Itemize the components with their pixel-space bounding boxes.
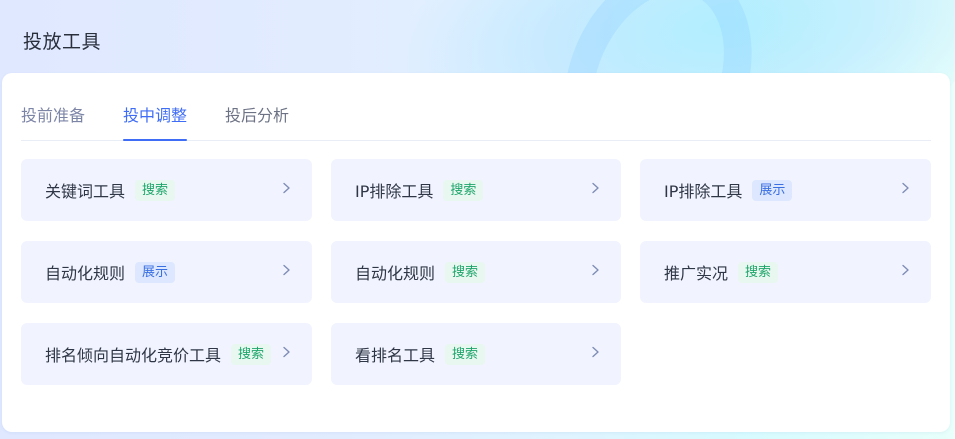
tab-pre-launch[interactable]: 投前准备 [21, 93, 85, 140]
tool-card-ip-exclusion-search[interactable]: IP排除工具 搜索 [331, 159, 621, 221]
tool-card-title: 自动化规则 [355, 264, 436, 283]
tool-card-live-promotion[interactable]: 推广实况 搜索 [640, 241, 931, 303]
tool-card-automation-rules-display[interactable]: 自动化规则 展示 [21, 241, 312, 303]
tool-card-ip-exclusion-display[interactable]: IP排除工具 展示 [640, 159, 931, 221]
tool-card-ranking-view[interactable]: 看排名工具 搜索 [331, 323, 621, 385]
tool-tabs: 投前准备 投中调整 投后分析 [21, 93, 931, 141]
tool-card-tag-search: 搜索 [445, 261, 486, 283]
page-title: 投放工具 [23, 31, 102, 53]
chevron-right-icon [278, 262, 294, 278]
chevron-right-icon [278, 344, 294, 360]
tool-card-automation-rules-search[interactable]: 自动化规则 搜索 [331, 241, 621, 303]
tool-card-tag-search: 搜索 [445, 343, 486, 365]
chevron-right-icon [587, 180, 603, 196]
chevron-right-icon [587, 344, 603, 360]
tool-card-title: 排名倾向自动化竞价工具 [45, 346, 222, 365]
tool-card-title: 推广实况 [664, 264, 729, 283]
chevron-right-icon [587, 262, 603, 278]
tool-card-keyword-tool[interactable]: 关键词工具 搜索 [21, 159, 312, 221]
tool-card-title: 自动化规则 [45, 264, 126, 283]
chevron-right-icon [897, 180, 913, 196]
tool-card-tag-search: 搜索 [135, 179, 176, 201]
tool-card-tag-display: 展示 [752, 179, 793, 201]
tool-card-ranking-auto-bid[interactable]: 排名倾向自动化竞价工具 搜索 [21, 323, 312, 385]
page-root: 投放工具 投前准备 投中调整 投后分析 关键词工具 搜索 IP排除工具 搜索 I… [0, 0, 955, 439]
tool-card-tag-search: 搜索 [738, 261, 779, 283]
tab-post-launch[interactable]: 投后分析 [225, 93, 289, 140]
tab-in-launch[interactable]: 投中调整 [123, 93, 188, 141]
tool-card-tag-display: 展示 [135, 261, 176, 283]
tool-card-tag-search: 搜索 [231, 343, 272, 365]
empty-grid-slot [640, 323, 931, 385]
tool-card-tag-search: 搜索 [443, 179, 484, 201]
tool-card-title: IP排除工具 [355, 182, 434, 201]
tools-panel: 投前准备 投中调整 投后分析 关键词工具 搜索 IP排除工具 搜索 IP排除工具… [2, 73, 950, 432]
tool-card-grid: 关键词工具 搜索 IP排除工具 搜索 IP排除工具 展示 自动化规则 展示 自动… [21, 159, 931, 385]
chevron-right-icon [897, 262, 913, 278]
chevron-right-icon [278, 180, 294, 196]
tool-card-title: 看排名工具 [355, 346, 436, 365]
tool-card-title: 关键词工具 [45, 182, 126, 201]
tool-card-title: IP排除工具 [664, 182, 743, 201]
